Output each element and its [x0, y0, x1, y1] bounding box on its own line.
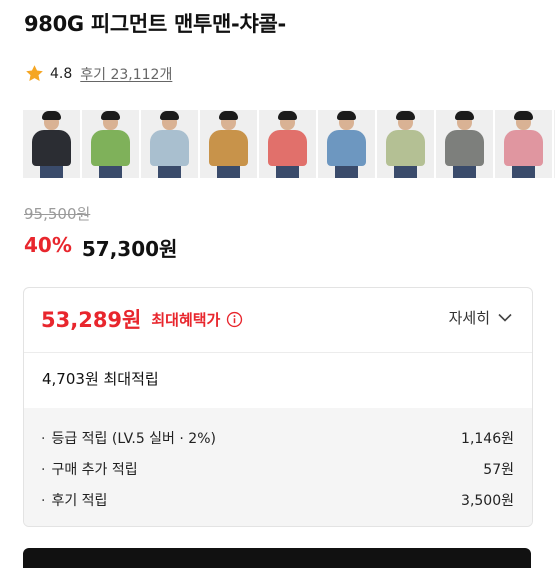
swatch-legs — [99, 166, 122, 178]
points-value: 3,500원 — [461, 493, 514, 509]
color-swatch-charcoal[interactable] — [23, 110, 80, 178]
chevron-down-icon — [498, 313, 512, 322]
rating-row: 4.8 후기 23,112개 — [24, 63, 172, 84]
benefit-panel: 53,289원 최대혜택가 자세히 4,703원 최대적립 등급 적립 (LV.… — [23, 287, 533, 527]
swatch-legs — [158, 166, 181, 178]
color-swatch-strip — [23, 110, 555, 178]
points-row-purchase: 구매 추가 적립 57원 — [41, 459, 514, 479]
swatch-sweatshirt — [268, 130, 307, 166]
swatch-sweatshirt — [504, 130, 543, 166]
points-row-grade: 등급 적립 (LV.5 실버 · 2%) 1,146원 — [41, 428, 514, 448]
points-label: 등급 적립 (LV.5 실버 · 2%) — [41, 428, 216, 448]
color-swatch-coral[interactable] — [259, 110, 316, 178]
discount-rate: 40% — [24, 233, 72, 257]
swatch-sweatshirt — [209, 130, 248, 166]
swatch-hair — [42, 111, 61, 120]
color-swatch-green[interactable] — [82, 110, 139, 178]
points-label: 구매 추가 적립 — [41, 459, 137, 479]
swatch-sweatshirt — [386, 130, 425, 166]
swatch-sweatshirt — [91, 130, 130, 166]
color-swatch-blue[interactable] — [318, 110, 375, 178]
swatch-hair — [160, 111, 179, 120]
best-benefit-price: 53,289원 — [41, 308, 142, 332]
best-benefit-label: 최대혜택가 — [151, 310, 221, 329]
color-swatch-gray[interactable] — [436, 110, 493, 178]
swatch-sweatshirt — [445, 130, 484, 166]
points-label: 후기 적립 — [41, 490, 107, 510]
review-count-link[interactable]: 후기 23,112개 — [80, 64, 172, 84]
rating-value: 4.8 — [50, 65, 73, 82]
points-row-review: 후기 적립 3,500원 — [41, 490, 514, 510]
info-icon[interactable] — [226, 311, 243, 328]
swatch-legs — [453, 166, 476, 178]
swatch-hair — [219, 111, 238, 120]
bottom-action-bar[interactable] — [23, 548, 531, 568]
swatch-hair — [514, 111, 533, 120]
swatch-hair — [337, 111, 356, 120]
color-swatch-light-blue[interactable] — [141, 110, 198, 178]
price-row: 40% 57,300원 — [24, 233, 177, 262]
original-price: 95,500원 — [24, 205, 91, 223]
swatch-hair — [278, 111, 297, 120]
points-value: 1,146원 — [461, 431, 514, 447]
swatch-hair — [455, 111, 474, 120]
swatch-legs — [276, 166, 299, 178]
swatch-sweatshirt — [327, 130, 366, 166]
detail-label: 자세히 — [448, 309, 490, 327]
swatch-legs — [335, 166, 358, 178]
swatch-hair — [396, 111, 415, 120]
swatch-sweatshirt — [150, 130, 189, 166]
best-price-row: 53,289원 최대혜택가 — [41, 304, 243, 334]
color-swatch-mustard[interactable] — [200, 110, 257, 178]
swatch-legs — [217, 166, 240, 178]
points-breakdown: 등급 적립 (LV.5 실버 · 2%) 1,146원 구매 추가 적립 57원… — [24, 408, 532, 526]
star-icon — [26, 65, 43, 81]
max-points-total: 4,703원 최대적립 — [42, 370, 159, 388]
swatch-hair — [101, 111, 120, 120]
swatch-legs — [394, 166, 417, 178]
points-value: 57원 — [483, 462, 514, 478]
divider — [24, 352, 532, 353]
swatch-legs — [40, 166, 63, 178]
swatch-legs — [512, 166, 535, 178]
swatch-sweatshirt — [32, 130, 71, 166]
sale-price: 57,300원 — [81, 237, 178, 261]
product-title: 980G 피그먼트 맨투맨-챠콜- — [24, 12, 286, 36]
detail-toggle-button[interactable]: 자세히 — [449, 307, 512, 328]
color-swatch-pink[interactable] — [495, 110, 552, 178]
color-swatch-sage[interactable] — [377, 110, 434, 178]
